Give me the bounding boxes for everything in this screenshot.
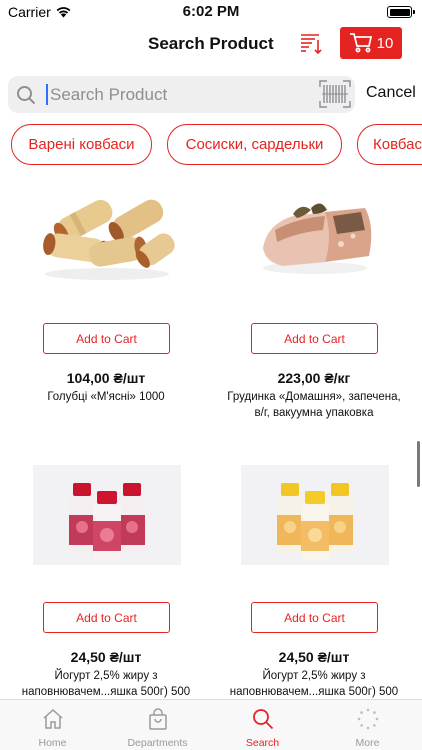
add-to-cart-button[interactable]: Add to Cart xyxy=(251,323,378,354)
category-chip-boiled-sausages[interactable]: Варені ковбаси xyxy=(11,124,152,165)
home-icon xyxy=(43,708,62,729)
product-name: Йогурт 2,5% жиру з наповнювачем...яшка 5… xyxy=(214,668,414,700)
product-price: 24,50 ₴/шт xyxy=(70,649,142,665)
sort-icon xyxy=(301,34,322,55)
search-icon xyxy=(252,709,273,730)
tab-search-label: Search xyxy=(245,737,280,749)
product-name: Йогурт 2,5% жиру з наповнювачем...яшка 5… xyxy=(6,668,206,700)
add-to-cart-button[interactable]: Add to Cart xyxy=(251,602,378,633)
tab-bar: Home Departments Search More xyxy=(0,699,422,750)
product-name-line: наповнювачем...яшка 500г) 500 xyxy=(229,686,399,698)
search-input[interactable] xyxy=(46,84,316,105)
tab-departments[interactable]: Departments xyxy=(105,700,210,750)
product-image[interactable] xyxy=(33,186,181,286)
status-bar: Carrier 6:02 PM xyxy=(0,0,422,24)
product-name: Голубці «М'ясні» 1000 xyxy=(6,389,206,405)
tab-more-label: More xyxy=(355,737,380,749)
tab-search[interactable]: Search xyxy=(210,700,315,750)
tab-more[interactable]: More xyxy=(315,700,420,750)
search-bar xyxy=(8,76,355,113)
product-name-line: Йогурт 2,5% жиру з xyxy=(262,670,366,682)
category-chip-sausages[interactable]: Ковбаси xyxy=(357,124,422,165)
product-image[interactable] xyxy=(33,465,181,565)
navigation-bar: Search Product 10 xyxy=(0,26,422,62)
product-price: 223,00 ₴/кг xyxy=(277,370,351,386)
add-to-cart-button[interactable]: Add to Cart xyxy=(43,323,170,354)
status-time: 6:02 PM xyxy=(182,3,240,20)
product-name-line: Йогурт 2,5% жиру з xyxy=(54,670,158,682)
category-chip-sausages-wieners[interactable]: Сосиски, сардельки xyxy=(167,124,342,165)
battery-icon xyxy=(387,6,415,18)
product-image[interactable] xyxy=(241,465,389,565)
bag-icon xyxy=(148,708,167,730)
tab-home-label: Home xyxy=(38,737,67,749)
product-name-line: Голубці «М'ясні» 1000 xyxy=(47,391,165,403)
product-name-line: Грудинка «Домашня», запечена, xyxy=(227,391,401,403)
sort-button[interactable] xyxy=(299,31,323,55)
search-row: Cancel xyxy=(0,76,422,114)
product-name-line: наповнювачем...яшка 500г) 500 xyxy=(21,686,191,698)
cancel-button[interactable]: Cancel xyxy=(366,84,416,102)
more-icon xyxy=(357,708,378,730)
page-title: Search Product xyxy=(148,34,274,53)
category-chips: Варені ковбаси Сосиски, сардельки Ковбас… xyxy=(0,124,422,166)
product-price: 24,50 ₴/шт xyxy=(278,649,350,665)
tab-departments-label: Departments xyxy=(127,737,188,749)
tab-home[interactable]: Home xyxy=(0,700,105,750)
cart-icon xyxy=(349,33,372,53)
product-name-line: в/г, вакуумна упаковка xyxy=(254,407,374,419)
barcode-scanner-icon[interactable] xyxy=(319,80,351,108)
scroll-indicator[interactable] xyxy=(417,441,420,487)
search-icon xyxy=(17,86,36,105)
add-to-cart-button[interactable]: Add to Cart xyxy=(43,602,170,633)
product-price: 104,00 ₴/шт xyxy=(66,370,146,386)
product-image[interactable] xyxy=(241,186,389,286)
cart-count-badge: 10 xyxy=(376,34,394,52)
product-name: Грудинка «Домашня», запечена, в/г, вакуу… xyxy=(214,389,414,421)
cart-button[interactable]: 10 xyxy=(340,27,402,59)
